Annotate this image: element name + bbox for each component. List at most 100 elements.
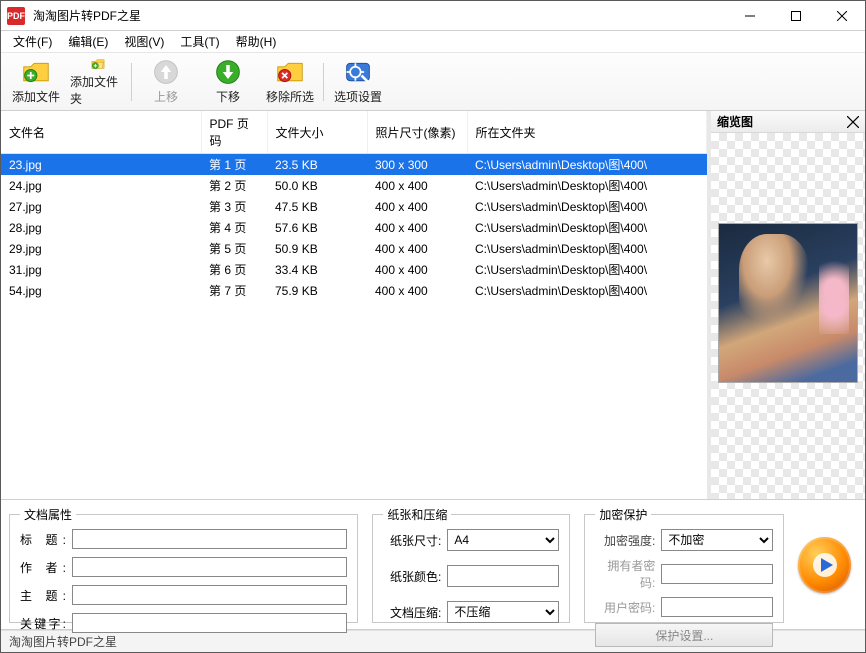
cell-page: 第 3 页 bbox=[201, 196, 267, 217]
menu-tools[interactable]: 工具(T) bbox=[172, 31, 227, 52]
content-area: 文件名 PDF 页码 文件大小 照片尺寸(像素) 所在文件夹 23.jpg第 1… bbox=[1, 111, 865, 500]
preview-close-icon[interactable] bbox=[847, 116, 859, 128]
move-down-icon bbox=[214, 58, 242, 86]
keywords-label: 关键字: bbox=[20, 615, 66, 632]
cell-dim: 400 x 400 bbox=[367, 280, 467, 301]
maximize-icon bbox=[791, 11, 801, 21]
paper-color-swatch[interactable] bbox=[447, 565, 559, 587]
table-header-row: 文件名 PDF 页码 文件大小 照片尺寸(像素) 所在文件夹 bbox=[1, 111, 707, 154]
strength-label: 加密强度: bbox=[595, 532, 655, 549]
compress-select[interactable]: 不压缩 bbox=[447, 601, 559, 623]
paper-legend: 纸张和压缩 bbox=[383, 506, 451, 523]
cell-size: 50.9 KB bbox=[267, 238, 367, 259]
minimize-button[interactable] bbox=[727, 1, 773, 31]
app-window: PDF 淘淘图片转PDF之星 文件(F) 编辑(E) 视图(V) 工具(T) 帮… bbox=[0, 0, 866, 653]
cell-size: 23.5 KB bbox=[267, 154, 367, 176]
cell-folder: C:\Users\admin\Desktop\图\400\ bbox=[467, 280, 707, 301]
col-page[interactable]: PDF 页码 bbox=[201, 111, 267, 154]
bottom-panel: 文档属性 标 题: 作 者: 主 题: 关键字: 纸张和压缩 纸张尺寸: A4 纸… bbox=[1, 500, 865, 630]
close-button[interactable] bbox=[819, 1, 865, 31]
table-row[interactable]: 29.jpg第 5 页50.9 KB400 x 400C:\Users\admi… bbox=[1, 238, 707, 259]
table-row[interactable]: 31.jpg第 6 页33.4 KB400 x 400C:\Users\admi… bbox=[1, 259, 707, 280]
protect-settings-button: 保护设置... bbox=[595, 623, 773, 647]
add-file-button[interactable]: 添加文件 bbox=[7, 56, 65, 108]
cell-folder: C:\Users\admin\Desktop\图\400\ bbox=[467, 196, 707, 217]
minimize-icon bbox=[745, 11, 755, 21]
cell-page: 第 2 页 bbox=[201, 175, 267, 196]
move-down-button[interactable]: 下移 bbox=[199, 56, 257, 108]
remove-icon bbox=[276, 58, 304, 86]
keywords-input[interactable] bbox=[72, 613, 347, 633]
move-up-icon bbox=[152, 58, 180, 86]
menu-file[interactable]: 文件(F) bbox=[5, 31, 60, 52]
move-up-label: 上移 bbox=[154, 88, 178, 105]
menubar: 文件(F) 编辑(E) 视图(V) 工具(T) 帮助(H) bbox=[1, 31, 865, 53]
add-folder-label: 添加文件夹 bbox=[70, 73, 126, 107]
maximize-button[interactable] bbox=[773, 1, 819, 31]
user-pw-input bbox=[661, 597, 773, 617]
owner-pw-label: 拥有者密码: bbox=[595, 557, 655, 591]
preview-pane: 缩览图 bbox=[707, 111, 865, 499]
cell-size: 50.0 KB bbox=[267, 175, 367, 196]
table-row[interactable]: 24.jpg第 2 页50.0 KB400 x 400C:\Users\admi… bbox=[1, 175, 707, 196]
cell-page: 第 5 页 bbox=[201, 238, 267, 259]
col-name[interactable]: 文件名 bbox=[1, 111, 201, 154]
subject-input[interactable] bbox=[72, 585, 347, 605]
table-row[interactable]: 23.jpg第 1 页23.5 KB300 x 300C:\Users\admi… bbox=[1, 154, 707, 176]
preview-header: 缩览图 bbox=[711, 111, 865, 133]
cell-page: 第 1 页 bbox=[201, 154, 267, 176]
remove-selected-button[interactable]: 移除所选 bbox=[261, 56, 319, 108]
cell-dim: 400 x 400 bbox=[367, 238, 467, 259]
col-size[interactable]: 文件大小 bbox=[267, 111, 367, 154]
cell-size: 47.5 KB bbox=[267, 196, 367, 217]
paper-group: 纸张和压缩 纸张尺寸: A4 纸张颜色: 文档压缩: 不压缩 bbox=[372, 506, 570, 623]
cell-dim: 300 x 300 bbox=[367, 154, 467, 176]
options-icon bbox=[344, 58, 372, 86]
subject-label: 主 题: bbox=[20, 587, 66, 604]
table-row[interactable]: 27.jpg第 3 页47.5 KB400 x 400C:\Users\admi… bbox=[1, 196, 707, 217]
table-row[interactable]: 54.jpg第 7 页75.9 KB400 x 400C:\Users\admi… bbox=[1, 280, 707, 301]
paper-color-label: 纸张颜色: bbox=[383, 568, 441, 585]
paper-size-select[interactable]: A4 bbox=[447, 529, 559, 551]
cell-name: 23.jpg bbox=[1, 154, 201, 176]
cell-name: 54.jpg bbox=[1, 280, 201, 301]
cell-name: 31.jpg bbox=[1, 259, 201, 280]
menu-help[interactable]: 帮助(H) bbox=[228, 31, 285, 52]
cell-size: 57.6 KB bbox=[267, 217, 367, 238]
status-text: 淘淘图片转PDF之星 bbox=[9, 633, 117, 650]
cell-size: 75.9 KB bbox=[267, 280, 367, 301]
options-button[interactable]: 选项设置 bbox=[329, 56, 387, 108]
cell-name: 24.jpg bbox=[1, 175, 201, 196]
cell-name: 28.jpg bbox=[1, 217, 201, 238]
compress-label: 文档压缩: bbox=[383, 604, 441, 621]
add-folder-button[interactable]: 添加文件夹 bbox=[69, 56, 127, 108]
cell-dim: 400 x 400 bbox=[367, 196, 467, 217]
add-file-icon bbox=[22, 58, 50, 86]
col-dim[interactable]: 照片尺寸(像素) bbox=[367, 111, 467, 154]
menu-view[interactable]: 视图(V) bbox=[116, 31, 172, 52]
author-input[interactable] bbox=[72, 557, 347, 577]
author-label: 作 者: bbox=[20, 559, 66, 576]
toolbar: 添加文件 添加文件夹 上移 下移 bbox=[1, 53, 865, 111]
options-label: 选项设置 bbox=[334, 88, 382, 105]
title-input[interactable] bbox=[72, 529, 347, 549]
paper-size-label: 纸张尺寸: bbox=[383, 532, 441, 549]
close-icon bbox=[837, 11, 847, 21]
window-title: 淘淘图片转PDF之星 bbox=[33, 7, 141, 24]
convert-button[interactable] bbox=[798, 537, 851, 593]
cell-folder: C:\Users\admin\Desktop\图\400\ bbox=[467, 259, 707, 280]
cell-name: 29.jpg bbox=[1, 238, 201, 259]
encrypt-legend: 加密保护 bbox=[595, 506, 651, 523]
doc-props-group: 文档属性 标 题: 作 者: 主 题: 关键字: bbox=[9, 506, 358, 623]
menu-edit[interactable]: 编辑(E) bbox=[60, 31, 116, 52]
play-icon bbox=[810, 550, 840, 580]
move-down-label: 下移 bbox=[216, 88, 240, 105]
strength-select[interactable]: 不加密 bbox=[661, 529, 773, 551]
table-row[interactable]: 28.jpg第 4 页57.6 KB400 x 400C:\Users\admi… bbox=[1, 217, 707, 238]
move-up-button[interactable]: 上移 bbox=[137, 56, 195, 108]
preview-thumbnail bbox=[718, 223, 858, 383]
title-label: 标 题: bbox=[20, 531, 66, 548]
app-icon: PDF bbox=[7, 7, 25, 25]
col-folder[interactable]: 所在文件夹 bbox=[467, 111, 707, 154]
preview-title: 缩览图 bbox=[717, 113, 753, 130]
